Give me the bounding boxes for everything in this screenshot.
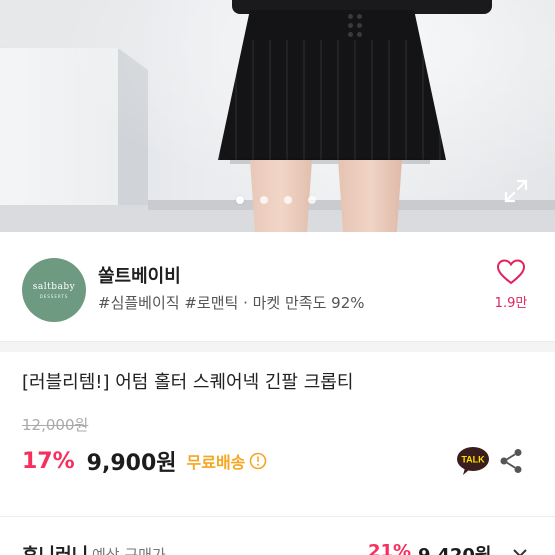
expected-price-sublabel: 예상 구매가 <box>92 546 166 555</box>
heart-icon[interactable] <box>496 258 526 286</box>
product-title: [러블리템!] 어텀 홀터 스퀘어넥 긴팔 크롭티 <box>22 372 354 393</box>
free-shipping-label[interactable]: 무료배송 <box>187 449 246 473</box>
seller-avatar[interactable]: saltbaby DESSERTS <box>22 258 86 322</box>
avatar-logo-subtext: DESSERTS <box>39 293 69 299</box>
sale-price: 9,900원 <box>86 451 177 476</box>
kakao-talk-icon[interactable]: TALK <box>456 446 490 476</box>
avatar-logo-text: saltbaby <box>32 281 76 292</box>
discount-rate: 17% <box>22 448 75 474</box>
image-leg-right <box>338 160 402 232</box>
expected-price: 9,420원 <box>418 541 492 555</box>
expand-icon[interactable] <box>503 178 529 204</box>
seller-row[interactable]: saltbaby DESSERTS 쏠트베이비 #심플베이직 #로맨틱 · 마켓… <box>0 232 555 340</box>
talk-label: TALK <box>461 455 485 465</box>
gallery-dot-active[interactable] <box>236 196 244 204</box>
product-image[interactable] <box>0 0 555 232</box>
like-count: 1.9만 <box>494 296 528 311</box>
image-skirt-pleats <box>218 40 446 160</box>
gallery-dot[interactable] <box>260 196 268 204</box>
share-icon[interactable] <box>499 448 523 474</box>
gallery-dot[interactable] <box>308 196 316 204</box>
expected-price-row[interactable]: 후니러니 예상 구매가 21% 9,420원 <box>0 517 555 555</box>
info-icon[interactable] <box>249 452 267 470</box>
image-skirt-buttons <box>346 12 364 46</box>
price-row: 17% 9,900원 무료배송 <box>22 446 267 476</box>
original-price: 12,000원 <box>22 416 89 434</box>
chevron-down-icon[interactable] <box>512 547 528 555</box>
expected-price-label: 후니러니 <box>22 541 88 555</box>
seller-name[interactable]: 쏠트베이비 <box>98 262 181 288</box>
expected-discount: 21% <box>368 541 412 555</box>
section-divider <box>0 341 555 352</box>
gallery-dot[interactable] <box>284 196 292 204</box>
seller-tags: #심플베이직 #로맨틱 · 마켓 만족도 92% <box>98 294 365 312</box>
gallery-pagination <box>236 196 316 204</box>
